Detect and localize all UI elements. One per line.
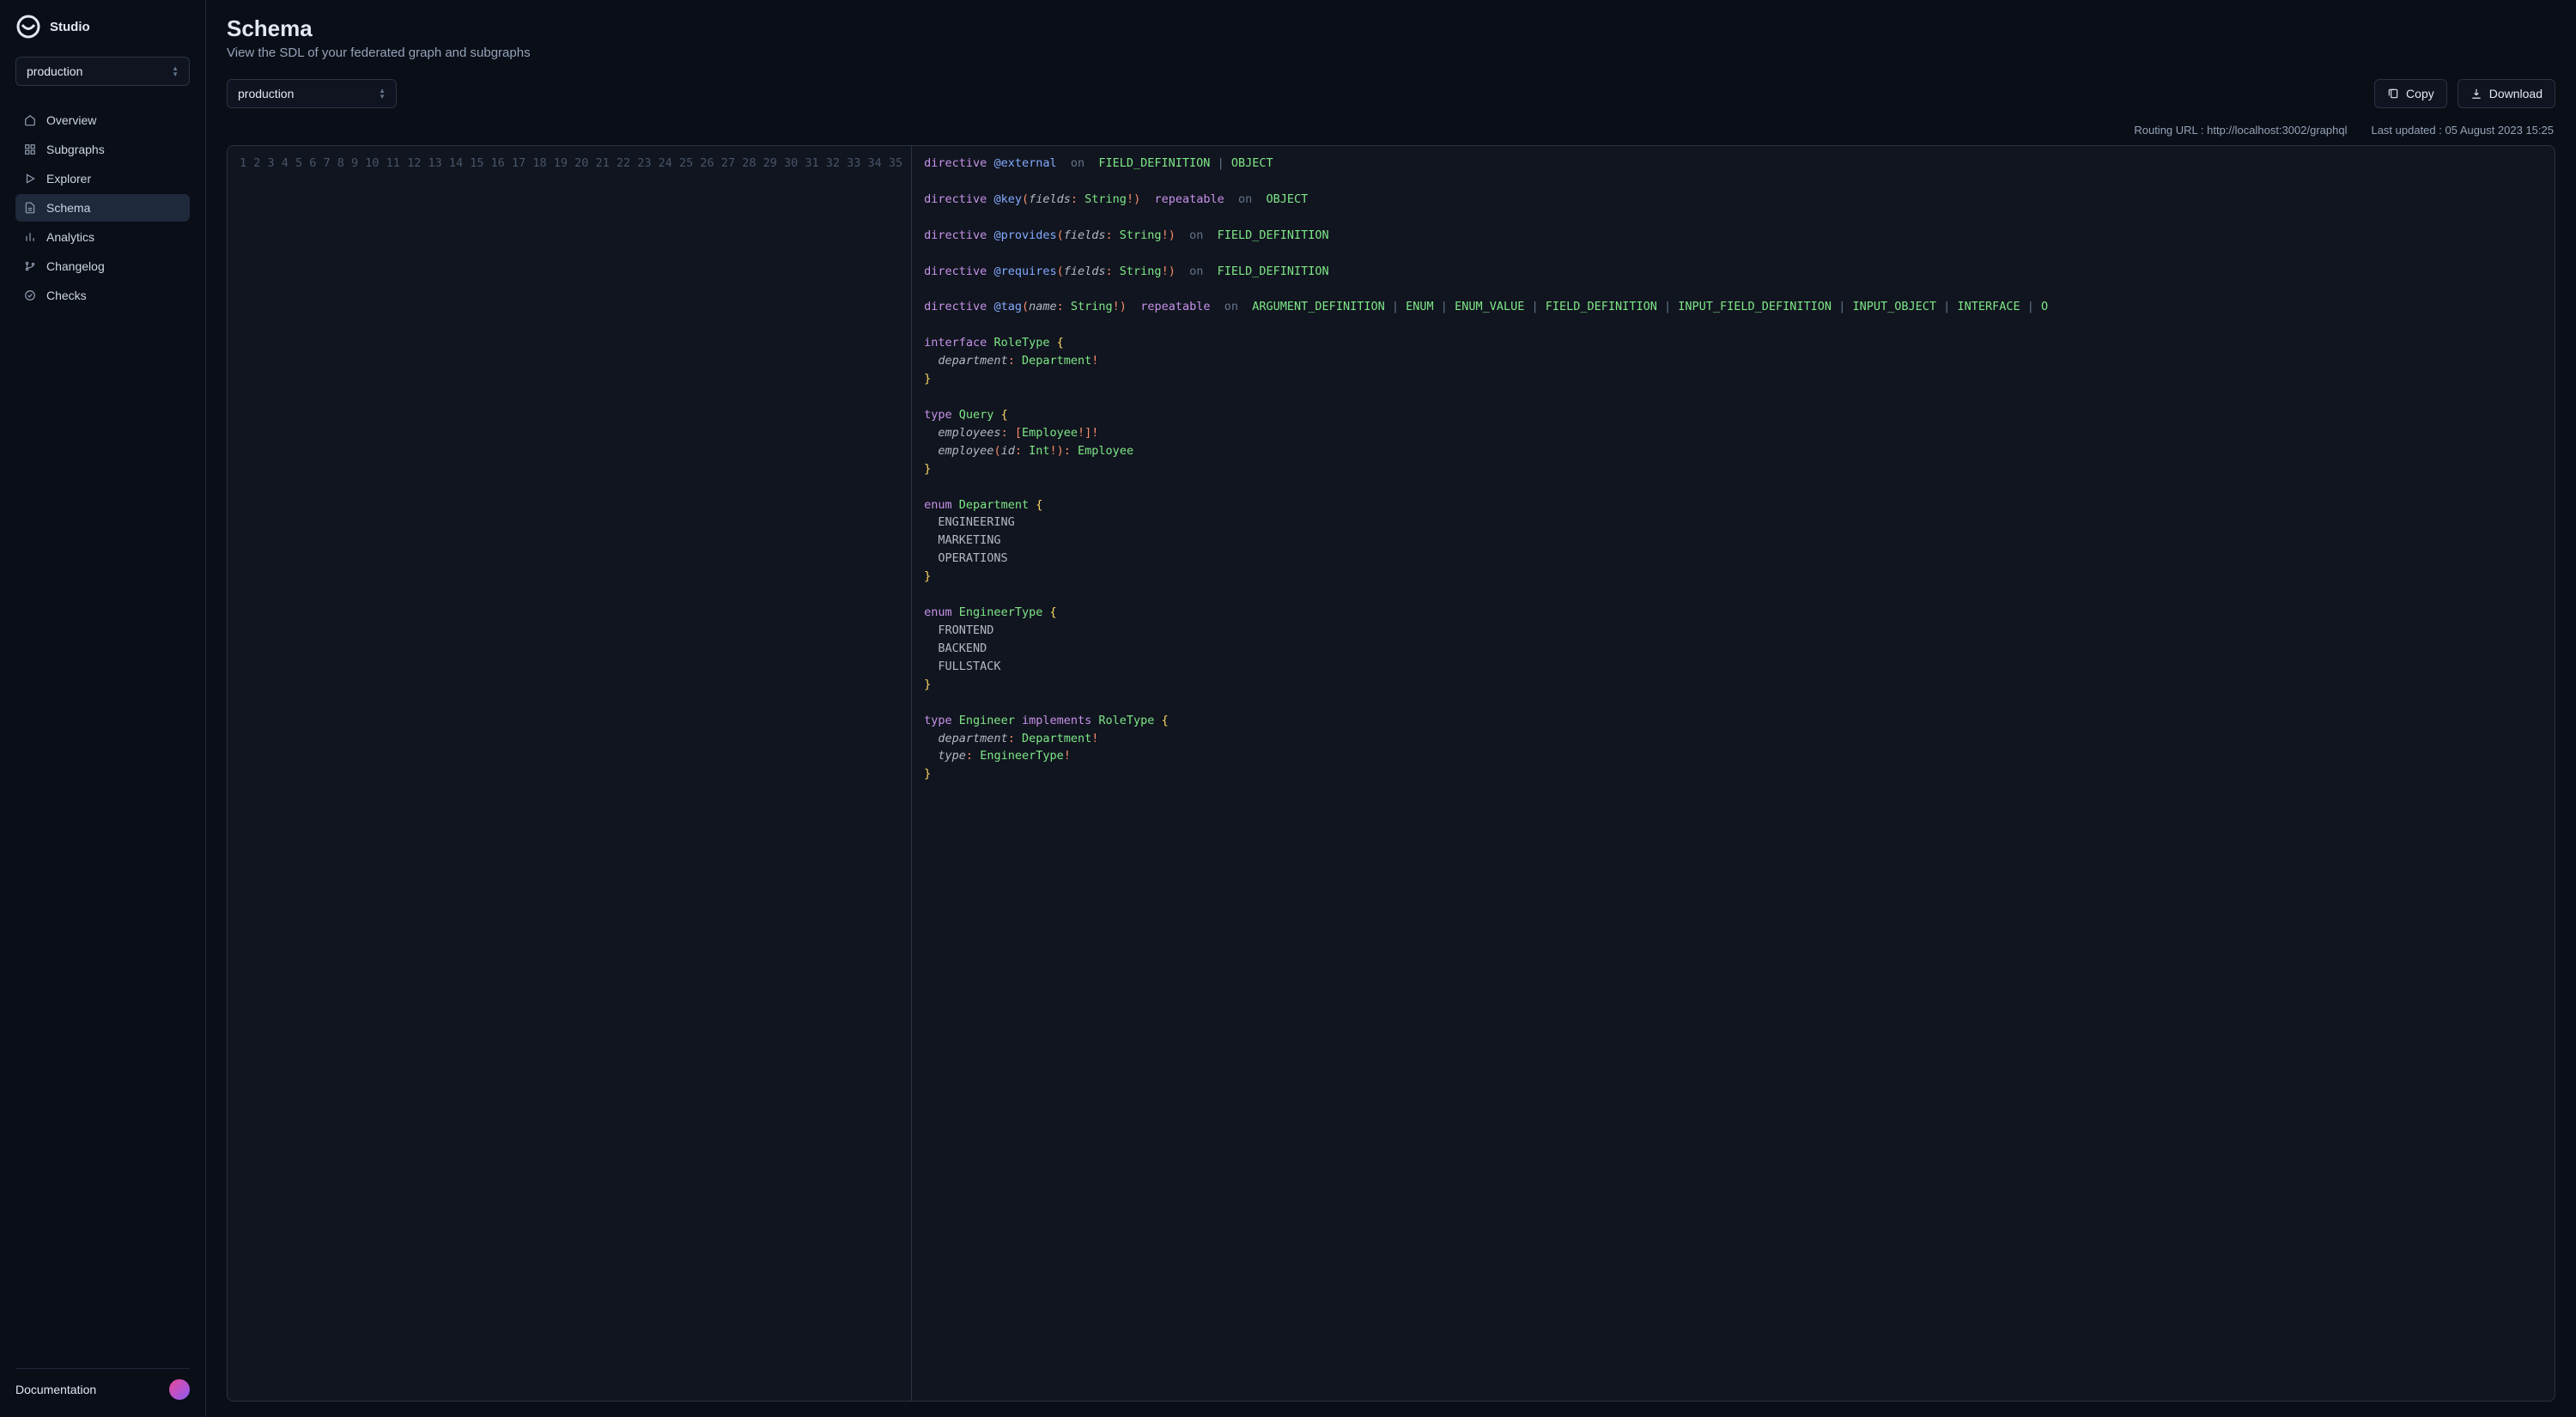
check-circle-icon (24, 289, 36, 301)
main: Schema View the SDL of your federated gr… (206, 0, 2576, 1417)
nav-item-explorer[interactable]: Explorer (15, 165, 190, 192)
nav-item-checks[interactable]: Checks (15, 282, 190, 309)
brand-logo-icon (15, 14, 41, 40)
download-icon (2470, 88, 2482, 100)
nav-label: Subgraphs (46, 143, 105, 156)
copy-label: Copy (2406, 87, 2434, 100)
routing-url: Routing URL : http://localhost:3002/grap… (2134, 124, 2347, 137)
environment-select[interactable]: production ▲▼ (15, 57, 190, 86)
nav-label: Changelog (46, 259, 105, 273)
select-updown-icon: ▲▼ (379, 88, 386, 100)
nav-item-schema[interactable]: Schema (15, 194, 190, 222)
download-button[interactable]: Download (2458, 79, 2555, 108)
nav-item-analytics[interactable]: Analytics (15, 223, 190, 251)
branch-icon (24, 260, 36, 272)
graph-selected-label: production (238, 87, 294, 100)
environment-selected-label: production (27, 64, 82, 78)
brand-name: Studio (50, 20, 90, 34)
file-icon (24, 202, 36, 214)
chart-icon (24, 231, 36, 243)
last-updated: Last updated : 05 August 2023 15:25 (2371, 124, 2554, 137)
home-icon (24, 114, 36, 126)
copy-button[interactable]: Copy (2374, 79, 2447, 108)
line-number-gutter: 1 2 3 4 5 6 7 8 9 10 11 12 13 14 15 16 1… (228, 146, 912, 1401)
page-title: Schema (227, 15, 2555, 42)
meta-row: Routing URL : http://localhost:3002/grap… (228, 124, 2554, 137)
nav-label: Analytics (46, 230, 94, 244)
nav-item-subgraphs[interactable]: Subgraphs (15, 136, 190, 163)
nav-label: Schema (46, 201, 90, 215)
graph-select[interactable]: production ▲▼ (227, 79, 397, 108)
brand: Studio (15, 14, 190, 40)
documentation-link[interactable]: Documentation (15, 1383, 96, 1396)
select-updown-icon: ▲▼ (172, 66, 179, 77)
nav-item-changelog[interactable]: Changelog (15, 252, 190, 280)
clipboard-icon (2387, 88, 2399, 100)
page-subtitle: View the SDL of your federated graph and… (227, 46, 2555, 60)
sidebar: Studio production ▲▼ Overview Subgraphs … (0, 0, 206, 1417)
grid-icon (24, 143, 36, 155)
user-avatar[interactable] (169, 1379, 190, 1400)
play-icon (24, 173, 36, 185)
nav: Overview Subgraphs Explorer Schema Analy… (15, 106, 190, 309)
nav-label: Overview (46, 113, 96, 127)
code-panel[interactable]: 1 2 3 4 5 6 7 8 9 10 11 12 13 14 15 16 1… (227, 145, 2555, 1402)
nav-item-overview[interactable]: Overview (15, 106, 190, 134)
code-content[interactable]: directive @external on FIELD_DEFINITION … (912, 146, 2555, 1401)
download-label: Download (2489, 87, 2543, 100)
nav-label: Explorer (46, 172, 91, 185)
toolbar: production ▲▼ Copy Download (227, 79, 2555, 108)
documentation-row: Documentation (15, 1368, 190, 1403)
nav-label: Checks (46, 289, 87, 302)
